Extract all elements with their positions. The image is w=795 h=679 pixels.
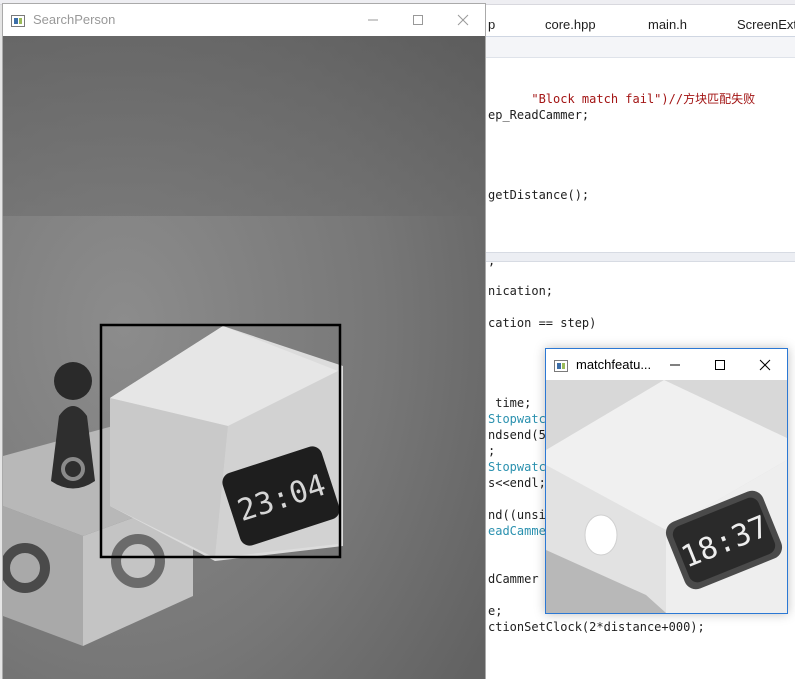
minimize-icon bbox=[367, 19, 378, 21]
camera-view: 23:04 bbox=[3, 36, 485, 679]
code-line: Stopwatc bbox=[488, 460, 546, 474]
minimize-button[interactable] bbox=[350, 4, 395, 36]
close-button[interactable] bbox=[742, 349, 787, 380]
minimize-button[interactable] bbox=[652, 349, 697, 380]
title-bar[interactable]: SearchPerson bbox=[3, 4, 485, 36]
app-icon bbox=[554, 360, 568, 372]
minimize-icon bbox=[669, 364, 680, 365]
maximize-icon bbox=[412, 15, 423, 25]
code-line: getDistance(); bbox=[488, 188, 590, 202]
window-title: SearchPerson bbox=[33, 12, 116, 27]
template-image: 18:37 bbox=[546, 380, 787, 613]
code-line: cation == step) bbox=[488, 316, 597, 330]
maximize-button[interactable] bbox=[395, 4, 440, 36]
close-button[interactable] bbox=[440, 4, 485, 36]
code-line: ndsend(50 bbox=[488, 428, 554, 442]
title-bar[interactable]: matchfeatu... bbox=[546, 349, 787, 380]
code-line: dCammer = bbox=[488, 572, 554, 586]
code-string: "Block match fail")//方块匹配失败 bbox=[531, 92, 756, 106]
template-image-view: 18:37 bbox=[546, 380, 787, 613]
window-title: matchfeatu... bbox=[576, 357, 652, 372]
tab-main-h[interactable]: main.h bbox=[648, 17, 687, 32]
maximize-icon bbox=[714, 359, 725, 370]
ide-navigation-bar bbox=[486, 37, 795, 58]
code-line: time; bbox=[488, 396, 532, 410]
tab-screen-extr[interactable]: ScreenExtr bbox=[737, 17, 795, 32]
code-line: s<<endl; bbox=[488, 476, 546, 490]
code-line: ctionSetClock(2*distance+000); bbox=[488, 620, 705, 634]
close-icon bbox=[457, 14, 468, 26]
code-line: eadCamme bbox=[488, 524, 546, 538]
code-line: e; bbox=[488, 604, 503, 618]
app-icon bbox=[11, 15, 25, 27]
code-line: ; bbox=[488, 444, 496, 458]
code-line: Stopwatc bbox=[488, 412, 546, 426]
tab-core-hpp[interactable]: core.hpp bbox=[545, 17, 596, 32]
camera-image: 23:04 bbox=[3, 36, 485, 679]
match-feature-window: matchfeatu... 18:37 bbox=[545, 348, 788, 614]
maximize-button[interactable] bbox=[697, 349, 742, 380]
close-icon bbox=[759, 359, 770, 370]
search-person-window: SearchPerson 23:04 bbox=[2, 3, 486, 679]
editor-splitter[interactable] bbox=[486, 252, 795, 262]
code-line: nication; bbox=[488, 284, 554, 298]
ide-tab-bar: p core.hpp main.h ScreenExtr bbox=[486, 5, 795, 37]
code-line: ep_ReadCammer; bbox=[488, 108, 590, 122]
tab-partial[interactable]: p bbox=[488, 17, 495, 32]
code-line: nd((unsi bbox=[488, 508, 546, 522]
